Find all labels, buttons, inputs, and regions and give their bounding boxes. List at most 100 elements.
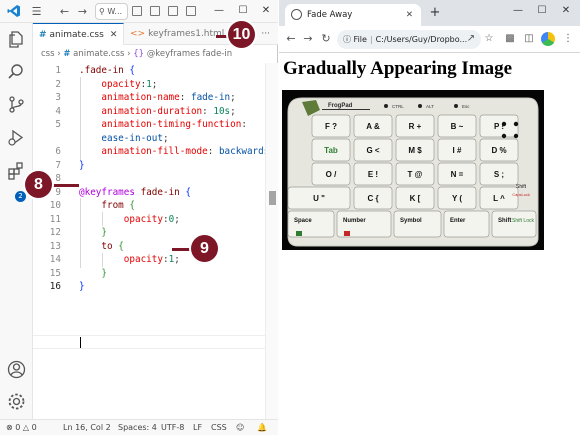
indentation-setting[interactable]: Spaces: 4 [118, 420, 157, 435]
keycap-label: Y ( [452, 194, 462, 203]
breadcrumb-file[interactable]: animate.css [73, 49, 124, 59]
close-window-icon[interactable]: ✕ [259, 4, 273, 18]
maximize-icon[interactable]: ☐ [236, 4, 250, 18]
bookmark-star-icon[interactable]: ☆ [482, 32, 496, 46]
line-number: 12 [49, 227, 61, 238]
keycap [287, 210, 335, 238]
code-line[interactable]: 15 } [33, 267, 265, 281]
code-editor[interactable]: 1 .fade-in {2 opacity:1; 3 animation-name:… [33, 63, 275, 419]
keycap [393, 210, 442, 238]
close-tab-icon[interactable]: ✕ [406, 4, 413, 26]
code-text: to { [101, 240, 124, 252]
code-text: animation-duration: 10s; [101, 105, 236, 117]
globe-icon [291, 9, 302, 20]
minimize-icon[interactable]: — [511, 4, 525, 18]
new-tab-button[interactable]: + [426, 4, 444, 22]
command-center-search[interactable]: ⚲ W... [95, 3, 128, 20]
close-tab-icon[interactable]: ✕ [110, 30, 118, 40]
dot [501, 133, 507, 139]
green-marker [296, 231, 302, 236]
back-arrow-icon[interactable]: ← [284, 32, 298, 46]
keycap-label: K [ [410, 194, 421, 203]
code-text: opacity:1; [101, 78, 158, 90]
header-key-label: CTRL [392, 104, 404, 109]
settings-gear-icon[interactable] [6, 391, 27, 412]
keycap-label: M $ [408, 146, 422, 155]
code-line[interactable]: 11 opacity:0; [33, 213, 265, 227]
code-line[interactable]: 14 opacity:1; [33, 253, 265, 267]
keycap-label: A & [366, 122, 380, 131]
panel-toggle-icon[interactable] [150, 6, 160, 16]
maximize-icon[interactable]: ☐ [535, 4, 549, 18]
tab-label: keyframes1.html [148, 29, 225, 39]
code-line[interactable]: ease-in-out; [33, 132, 265, 146]
menu-icon[interactable]: ☰ [30, 5, 43, 18]
keycap-label: U " [313, 194, 325, 203]
address-bar[interactable]: ⓘ File | C:/Users/Guy/Dropbo... [337, 30, 481, 49]
encoding-setting[interactable]: UTF-8 [161, 420, 184, 435]
cursor-position[interactable]: Ln 16, Col 2 [63, 420, 111, 435]
code-line[interactable]: 4 animation-duration: 10s; [33, 105, 265, 119]
tab-keyframes1-html[interactable]: <> keyframes1.html [124, 23, 244, 45]
line-number: 1 [55, 65, 61, 76]
source-control-icon[interactable] [6, 94, 27, 115]
scrollbar-thumb[interactable] [269, 191, 276, 205]
keycap-label: Symbol [400, 218, 422, 224]
code-line[interactable]: 9 @keyframes fade-in { [33, 186, 265, 200]
code-line[interactable]: 2 opacity:1; [33, 78, 265, 92]
breadcrumb-folder[interactable]: css [41, 49, 55, 59]
keycap-label: G < [366, 146, 379, 155]
extensions-icon[interactable] [6, 160, 27, 181]
eol-setting[interactable]: LF [193, 420, 202, 435]
search-icon[interactable] [6, 61, 27, 82]
sidebar-toggle-icon[interactable] [168, 6, 178, 16]
feedback-icon[interactable]: ☺ [236, 420, 244, 435]
browser-tab[interactable]: Fade Away ✕ [285, 4, 421, 26]
page-heading: Gradually Appearing Image [283, 58, 513, 79]
code-line[interactable]: 1 .fade-in { [33, 64, 265, 78]
browser-toolbar: ← → ↻ ⓘ File | C:/Users/Guy/Dropbo... ↗ ☆ … [279, 26, 580, 53]
forward-arrow-icon[interactable]: → [301, 32, 315, 46]
code-line[interactable]: 5 animation-timing-function: [33, 118, 265, 132]
account-icon[interactable] [6, 359, 27, 380]
breadcrumb-symbol[interactable]: @keyframes fade-in [147, 49, 232, 59]
more-actions-icon[interactable]: ··· [261, 23, 270, 45]
info-icon[interactable]: ⓘ [343, 35, 351, 44]
line-number: 6 [55, 146, 61, 157]
layout-toggle-icon[interactable] [132, 6, 142, 16]
code-line[interactable]: 13 to { [33, 240, 265, 254]
share-icon[interactable]: ↗ [464, 32, 478, 46]
explorer-icon[interactable] [6, 29, 27, 50]
notifications-bell-icon[interactable]: 🔔 [257, 420, 267, 435]
code-line[interactable]: 12 } [33, 226, 265, 240]
profile-avatar[interactable] [541, 32, 555, 46]
minimize-icon[interactable]: — [212, 4, 226, 18]
kebab-menu-icon[interactable]: ⋮ [561, 32, 575, 46]
back-arrow-icon[interactable]: ← [58, 5, 71, 18]
keycap-label: T @ [408, 170, 423, 179]
editor-scrollbar[interactable] [265, 63, 278, 419]
run-debug-icon[interactable] [6, 127, 27, 148]
dot [501, 121, 507, 127]
code-line[interactable]: 7} [33, 159, 265, 173]
red-marker [344, 231, 350, 236]
keycap-label: F ? [325, 122, 337, 131]
customize-layout-icon[interactable] [186, 6, 196, 16]
indicator-led [418, 104, 422, 108]
code-line[interactable]: 6 animation-fill-mode: backwards; [33, 145, 275, 159]
language-mode[interactable]: CSS [211, 420, 227, 435]
close-window-icon[interactable]: ✕ [559, 4, 573, 18]
code-line[interactable]: 10 from { [33, 199, 265, 213]
reload-icon[interactable]: ↻ [319, 32, 333, 46]
code-text: } [101, 267, 107, 279]
tab-animate-css[interactable]: # animate.css ✕ [33, 23, 124, 45]
code-line[interactable]: 16} [33, 280, 265, 294]
code-line[interactable]: 3 animation-name: fade-in; [33, 91, 265, 105]
side-label: Shift Lock [512, 218, 534, 224]
forward-arrow-icon[interactable]: → [76, 5, 89, 18]
code-text: } [79, 281, 85, 292]
problems-indicator[interactable]: ⊗ 0 △ 0 [6, 420, 37, 435]
keycap-label: Enter [450, 218, 466, 224]
side-panel-icon[interactable]: ◫ [522, 32, 536, 46]
extensions-puzzle-icon[interactable]: ▩ [503, 32, 517, 46]
